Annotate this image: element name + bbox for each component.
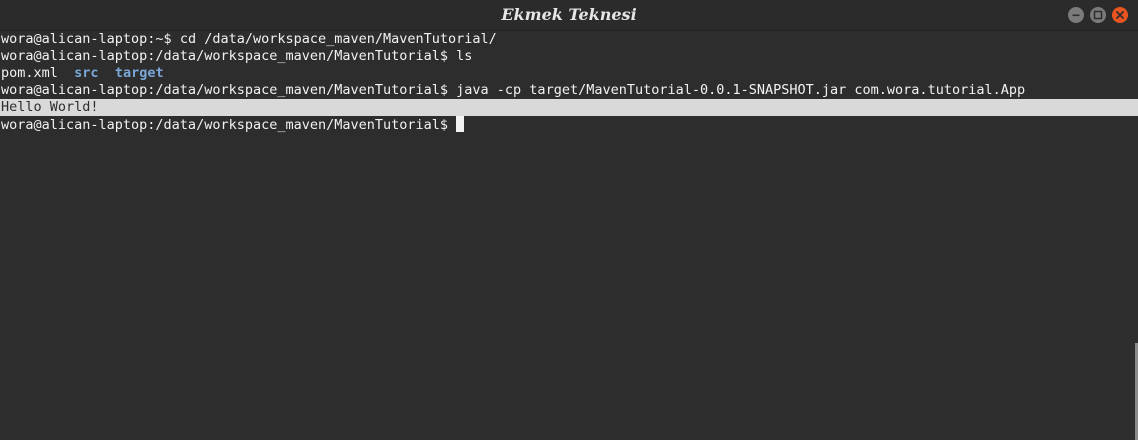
close-icon [1116,11,1124,19]
command: cd /data/workspace_maven/MavenTutorial/ [171,31,497,47]
file-pom: pom.xml [1,65,58,81]
title-bar[interactable]: Ekmek Teknesi [0,0,1138,31]
terminal-line: wora@alican-laptop:~$ cd /data/workspace… [0,31,1138,48]
window-title: Ekmek Teknesi [501,5,637,24]
maximize-icon [1093,10,1103,20]
prompt: wora@alican-laptop:/data/workspace_maven… [1,117,449,133]
command: java -cp target/MavenTutorial-0.0.1-SNAP… [448,82,1026,98]
maximize-button[interactable] [1090,7,1106,23]
terminal-area[interactable]: wora@alican-laptop:~$ cd /data/workspace… [0,31,1138,440]
command [448,117,456,133]
minimize-button[interactable] [1068,7,1084,23]
prompt: wora@alican-laptop:/data/workspace_maven… [1,48,449,64]
prompt: wora@alican-laptop:~$ [1,31,172,47]
dir-src: src [74,65,99,81]
program-output: Hello World! [1,99,99,115]
terminal-window: Ekmek Teknesi wora@alican-laptop:~$ cd /… [0,0,1138,440]
terminal-line: wora@alican-laptop:/data/workspace_maven… [0,48,1138,65]
text-cursor [456,116,465,132]
minimize-icon [1072,14,1080,17]
dir-target: target [114,65,164,81]
terminal-line: pom.xml src target [0,65,1138,82]
prompt: wora@alican-laptop:/data/workspace_maven… [1,82,449,98]
output-line: Hello World! [0,99,1138,116]
window-controls [1068,7,1128,23]
terminal-line: wora@alican-laptop:/data/workspace_maven… [0,82,1138,99]
close-button[interactable] [1112,7,1128,23]
command: ls [448,48,473,64]
terminal-line: wora@alican-laptop:/data/workspace_maven… [0,116,1138,133]
